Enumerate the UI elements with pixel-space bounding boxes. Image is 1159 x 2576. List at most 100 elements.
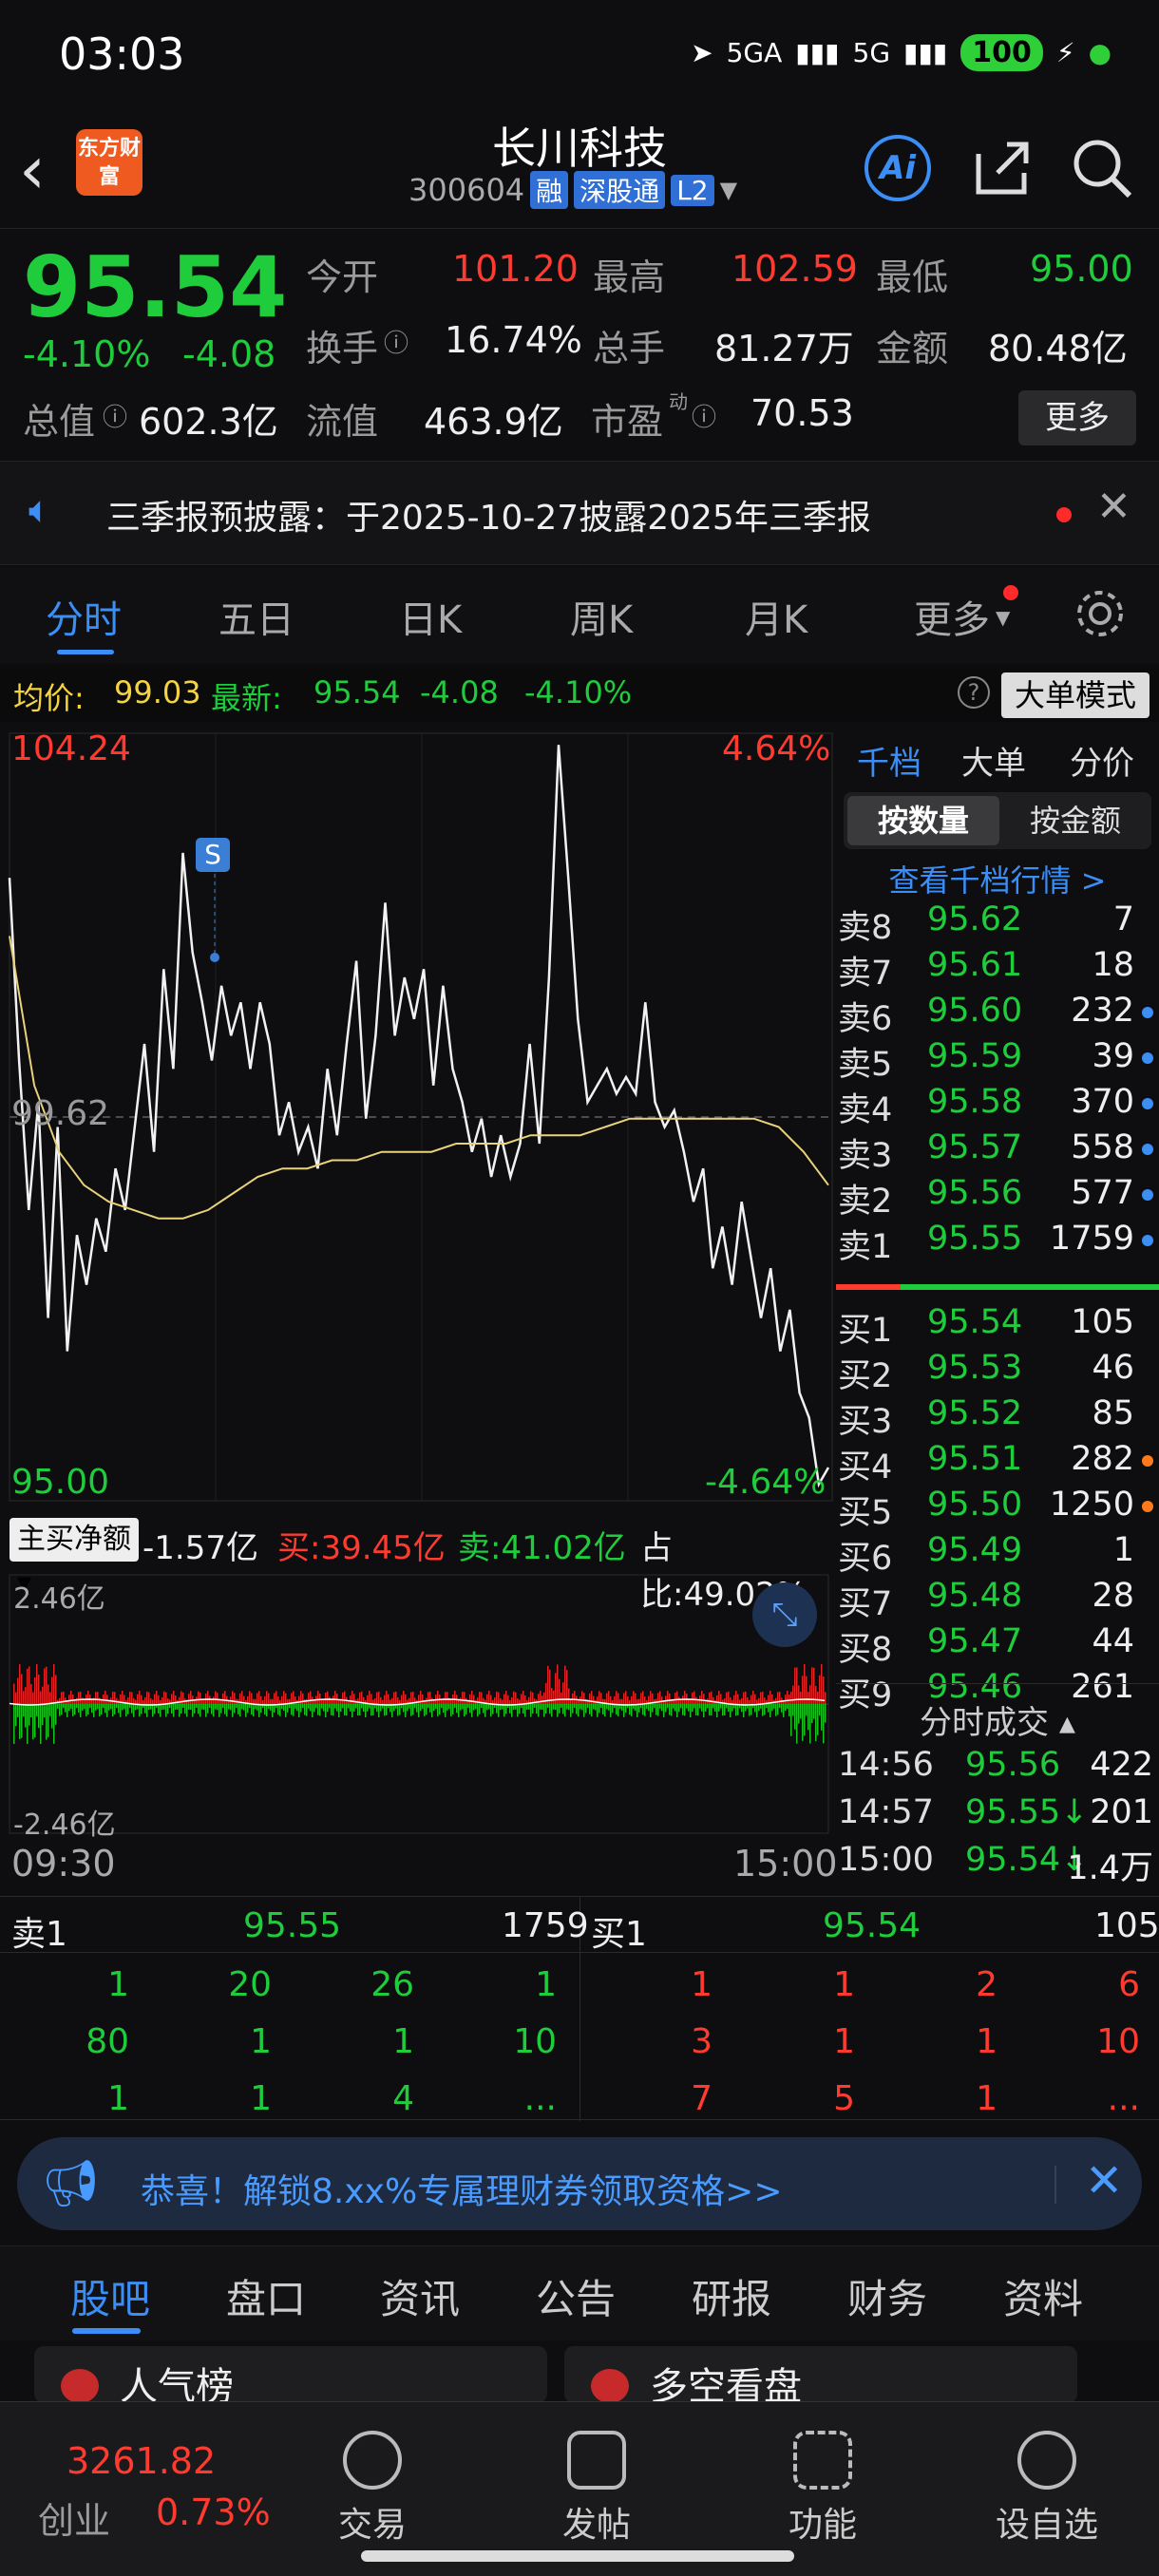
seg-by-amount[interactable]: 按金额 xyxy=(1001,796,1150,845)
flow-buy-bar xyxy=(743,1692,745,1704)
bid-row[interactable]: 买3 95.52 85 xyxy=(836,1394,1159,1441)
help-icon[interactable]: ? xyxy=(958,676,990,709)
flow-buy-bar xyxy=(813,1667,815,1704)
index-name: 创业 xyxy=(38,2500,111,2542)
book-tab-big[interactable]: 大单 xyxy=(961,737,1026,784)
flow-sell-bar xyxy=(526,1704,528,1710)
info-circle-icon[interactable]: ⓘ xyxy=(384,324,408,359)
more-button[interactable]: 更多 xyxy=(1018,390,1136,445)
share-icon[interactable] xyxy=(969,135,1036,201)
bid-row[interactable]: 买2 95.53 46 xyxy=(836,1349,1159,1395)
flow-sell-bar xyxy=(72,1704,74,1716)
status-dot-icon: ● xyxy=(1088,37,1112,68)
tab-profile[interactable]: 资料 xyxy=(1003,2267,1083,2325)
flow-buy-bar xyxy=(549,1669,551,1704)
index-widget[interactable]: 3261.82 创业 0.73% xyxy=(0,2402,271,2576)
stock-code-line[interactable]: 300604 融 深股通 L2 ▼ xyxy=(408,171,737,209)
flow-buy-bar xyxy=(557,1664,559,1704)
flow-chart[interactable]: 2.46亿 -2.46亿 ⤡ xyxy=(0,1571,834,1856)
flow-sell-bar xyxy=(750,1704,752,1715)
bid-row[interactable]: 买5 95.50 1250 xyxy=(836,1486,1159,1532)
flow-sell-bar xyxy=(241,1704,243,1710)
tab-five-day[interactable]: 五日 xyxy=(218,589,294,644)
ask-row[interactable]: 卖8 95.62 7 xyxy=(836,900,1159,947)
flow-sell-bar xyxy=(749,1704,750,1716)
big-order-mode-button[interactable]: 大单模式 xyxy=(1001,672,1150,718)
tab-news[interactable]: 资讯 xyxy=(380,2267,460,2325)
tab-more[interactable]: 更多 xyxy=(914,589,990,644)
flow-sell-bar xyxy=(553,1704,555,1710)
book-tab-price[interactable]: 分价 xyxy=(1070,737,1134,784)
flow-sell-bar xyxy=(23,1704,25,1717)
flow-sell-bar xyxy=(353,1704,355,1712)
expand-icon[interactable]: ⤡ xyxy=(752,1582,817,1647)
flow-buy-bar xyxy=(543,1692,545,1704)
flow-dropdown[interactable]: 主买净额 ▾ xyxy=(10,1518,139,1600)
sell-queue-cell: 1 xyxy=(107,1965,129,2004)
view-depth-link[interactable]: 查看千档行情 > xyxy=(836,857,1159,900)
nav-post[interactable]: 发帖 xyxy=(521,2431,673,2547)
bid-row[interactable]: 买7 95.48 28 xyxy=(836,1577,1159,1623)
nav-add-watchlist[interactable]: 设自选 xyxy=(971,2431,1123,2547)
ask-row[interactable]: 卖3 95.57 558 xyxy=(836,1128,1159,1175)
flow-sell-bar xyxy=(821,1704,823,1731)
charging-icon: ⚡ xyxy=(1055,37,1075,68)
flow-sell-bar xyxy=(222,1704,224,1709)
index-pct: 0.73% xyxy=(156,2491,271,2533)
promo-banner[interactable]: 📢︎ 恭喜！解锁8.xx%专属理财券领取资格>> ✕ xyxy=(17,2137,1142,2230)
flow-sell-bar xyxy=(798,1704,800,1724)
tab-announcements[interactable]: 公告 xyxy=(536,2267,616,2325)
flow-sell-bar xyxy=(424,1704,426,1716)
ask-row[interactable]: 卖7 95.61 18 xyxy=(836,946,1159,993)
nav-trade[interactable]: 交易 xyxy=(296,2431,448,2547)
flow-sell-bar xyxy=(112,1704,114,1717)
flow-sell-bar xyxy=(694,1704,695,1709)
tab-daily-k[interactable]: 日K xyxy=(399,589,462,644)
book-tab-depth[interactable]: 千档 xyxy=(857,737,922,784)
high-label: 最高 xyxy=(593,256,666,298)
notice-bar[interactable]: 🔈︎ 三季报预披露：于2025-10-27披露2025年三季报 ✕ xyxy=(0,461,1159,565)
flow-sell-bar xyxy=(743,1704,745,1717)
seg-by-quantity[interactable]: 按数量 xyxy=(847,796,999,845)
tab-orderbook[interactable]: 盘口 xyxy=(226,2267,306,2325)
ask-row[interactable]: 卖2 95.56 577 xyxy=(836,1174,1159,1221)
flow-sell-bar xyxy=(36,1704,38,1716)
flow-buy-bar xyxy=(635,1693,636,1704)
signal-marker[interactable]: S xyxy=(196,838,230,872)
card-bull-bear[interactable]: 多空看盘 xyxy=(564,2346,1077,2409)
nav-functions[interactable]: 功能 xyxy=(747,2431,899,2547)
flow-buy-bar xyxy=(393,1692,395,1704)
info-circle-icon-2[interactable]: ⓘ xyxy=(103,398,127,433)
bid-row[interactable]: 买6 95.49 1 xyxy=(836,1531,1159,1578)
ask-row[interactable]: 卖6 95.60 232 xyxy=(836,992,1159,1038)
promo-close-icon[interactable]: ✕ xyxy=(1085,2154,1123,2207)
bid-row[interactable]: 买8 95.47 44 xyxy=(836,1622,1159,1669)
ask-row[interactable]: 卖1 95.55 1759 xyxy=(836,1220,1159,1266)
tab-research[interactable]: 研报 xyxy=(692,2267,771,2325)
bid-row[interactable]: 买1 95.54 105 xyxy=(836,1303,1159,1350)
tab-monthly-k[interactable]: 月K xyxy=(745,589,808,644)
search-icon[interactable] xyxy=(1069,135,1135,201)
info-circle-icon-3[interactable]: ⓘ xyxy=(692,398,716,433)
flow-buy-bar xyxy=(410,1692,412,1704)
gear-icon[interactable] xyxy=(1074,587,1127,640)
intraday-chart[interactable]: 104.24 4.64% 99.62 95.00 -4.64% S xyxy=(0,724,834,1510)
tab-forum[interactable]: 股吧 xyxy=(70,2267,150,2325)
ask-price: 95.60 xyxy=(927,992,1023,1030)
ask-row[interactable]: 卖4 95.58 370 xyxy=(836,1083,1159,1129)
chart-bottom-price: 95.00 xyxy=(11,1463,110,1502)
flow-sell-bar xyxy=(198,1704,200,1714)
card-popularity[interactable]: 人气榜 xyxy=(34,2346,547,2409)
tab-intraday[interactable]: 分时 xyxy=(46,589,122,644)
flow-sell-bar xyxy=(671,1704,673,1716)
tab-weekly-k[interactable]: 周K xyxy=(570,589,633,644)
flow-sell-bar xyxy=(300,1704,302,1713)
tab-financials[interactable]: 财务 xyxy=(847,2267,927,2325)
ai-button[interactable]: Ai xyxy=(864,135,931,201)
change-pct: -4.10% xyxy=(23,333,151,375)
flow-buy-bar xyxy=(505,1691,507,1704)
ask-row[interactable]: 卖5 95.59 39 xyxy=(836,1037,1159,1084)
close-icon[interactable]: ✕ xyxy=(1096,483,1131,531)
bid-row[interactable]: 买4 95.51 282 xyxy=(836,1440,1159,1487)
trades-header[interactable]: 分时成交 ▴ xyxy=(836,1691,1159,1748)
